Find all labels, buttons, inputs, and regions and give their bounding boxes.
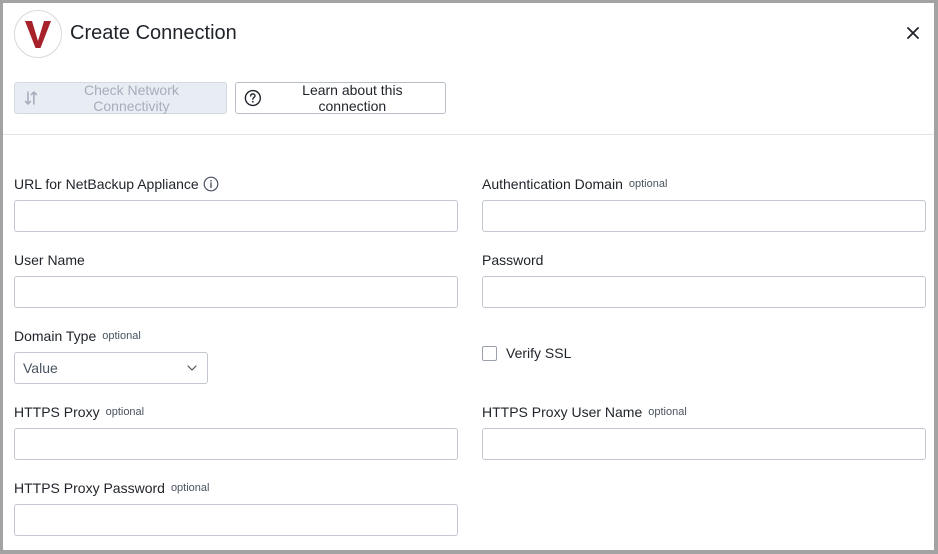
user-name-input[interactable] [14,276,458,308]
info-icon[interactable] [203,176,219,192]
check-network-connectivity-button[interactable]: Check Network Connectivity [14,82,227,114]
url-input[interactable] [14,200,458,232]
chevron-down-icon [187,365,197,371]
close-button[interactable] [904,24,922,42]
app-logo [14,10,62,58]
learn-about-connection-label: Learn about this connection [302,82,403,114]
https-proxy-password-label: HTTPS Proxy Password [14,480,165,496]
optional-tag: optional [102,330,141,342]
url-field-group: URL for NetBackup Appliance [14,175,458,232]
user-name-label: User Name [14,252,85,268]
https-proxy-user-input[interactable] [482,428,926,460]
dialog-title: Create Connection [70,22,237,44]
optional-tag: optional [648,406,687,418]
auth-domain-field-group: Authentication Domain optional [482,175,926,232]
close-icon [907,27,919,39]
verify-ssl-row[interactable]: Verify SSL [482,345,571,361]
network-check-icon [24,91,38,105]
dialog-header: Create Connection [3,3,934,65]
password-field-group: Password [482,251,926,308]
optional-tag: optional [170,482,210,494]
domain-type-field-group: Domain Type optional Value [14,327,208,384]
https-proxy-field-group: HTTPS Proxy optional [14,403,458,460]
url-label: URL for NetBackup Appliance [14,176,199,192]
https-proxy-user-field-group: HTTPS Proxy User Name optional [482,403,926,460]
https-proxy-password-input[interactable] [14,504,458,536]
verify-ssl-label: Verify SSL [506,345,572,361]
learn-about-connection-button[interactable]: Learn about this connection [235,82,446,114]
domain-type-label: Domain Type [14,328,97,344]
user-name-field-group: User Name [14,251,458,308]
https-proxy-password-field-group: HTTPS Proxy Password optional [14,479,458,536]
check-network-connectivity-label: Check Network Connectivity [83,82,179,114]
optional-tag: optional [628,178,668,190]
optional-tag: optional [105,406,145,418]
verify-ssl-checkbox[interactable] [482,345,497,361]
https-proxy-label: HTTPS Proxy [14,404,100,420]
auth-domain-input[interactable] [482,200,926,232]
help-circle-icon [244,89,262,107]
auth-domain-label: Authentication Domain [482,176,623,192]
domain-type-selected-value: Value [23,360,58,376]
create-connection-dialog: Create Connection Check Network Connecti… [3,3,934,550]
https-proxy-input[interactable] [14,428,458,460]
password-label: Password [482,252,544,268]
domain-type-select[interactable]: Value [14,352,208,384]
dialog-toolbar: Check Network Connectivity Learn about t… [14,82,714,114]
header-divider [3,134,934,135]
https-proxy-user-label: HTTPS Proxy User Name [482,404,643,420]
password-input[interactable] [482,276,926,308]
logo-v-icon [25,21,51,48]
